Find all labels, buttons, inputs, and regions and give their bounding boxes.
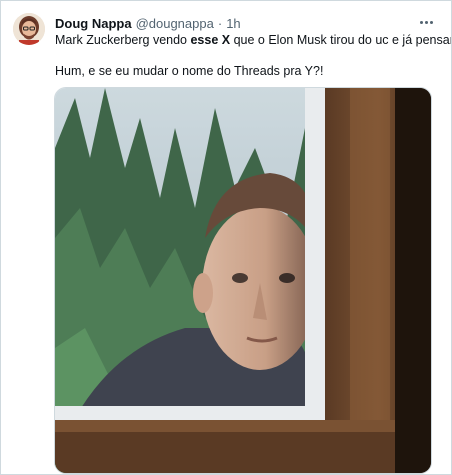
more-dot [429, 20, 433, 24]
tweet-card[interactable]: Doug Nappa @dougnappa · 1h Mark Zuckerbe… [0, 0, 452, 475]
handle[interactable]: @dougnappa [136, 16, 214, 31]
tweet-line-1: Mark Zuckerberg vendo esse X que o Elon … [55, 32, 451, 48]
tweet-line-2: Hum, e se eu mudar o nome do Threads pra… [55, 64, 324, 78]
separator: · [217, 15, 223, 31]
text-bold-segment: esse X [190, 33, 231, 47]
display-name[interactable]: Doug Nappa [55, 16, 132, 31]
meme-photo [55, 88, 431, 473]
avatar-icon [13, 13, 45, 45]
text-segment: que o Elon Musk tirou do uc e já pensand… [230, 33, 452, 47]
text-segment: Mark Zuckerberg vendo [55, 33, 191, 47]
tweet-image[interactable] [54, 87, 432, 474]
more-options-icon[interactable] [415, 13, 437, 31]
tweet-header: Doug Nappa @dougnappa · 1h [55, 14, 411, 32]
more-dot [424, 20, 428, 24]
more-dot [419, 20, 423, 24]
avatar[interactable] [13, 13, 45, 45]
timestamp[interactable]: 1h [226, 16, 240, 31]
tweet-text: Mark Zuckerberg vendo esse X que o Elon … [55, 32, 451, 79]
